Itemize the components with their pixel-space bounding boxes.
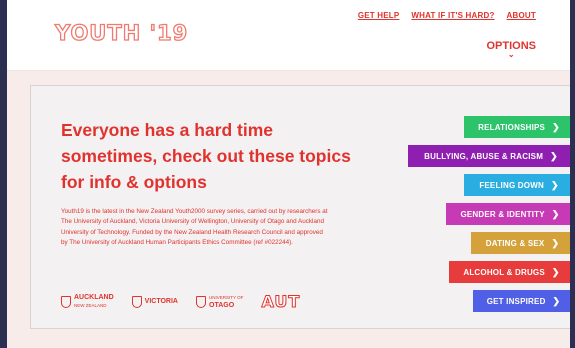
topic-dating-sex-button[interactable]: DATING & SEX ❯ (471, 232, 570, 254)
victoria-logo: VICTORIA (131, 296, 178, 308)
auckland-crest-icon (61, 296, 71, 308)
chevron-right-icon: ❯ (552, 295, 561, 306)
page-frame: YOUTH '19 GET HELP WHAT IF IT'S HARD? AB… (7, 0, 570, 348)
chevron-right-icon: ❯ (552, 121, 560, 132)
otago-logo: UNIVERSITY OF OTAGO (196, 294, 243, 310)
chevron-right-icon: ❯ (550, 150, 558, 161)
what-if-its-hard-link[interactable]: WHAT IF IT'S HARD? (411, 11, 494, 20)
about-link[interactable]: ABOUT (507, 11, 536, 20)
intro-card: Everyone has a hard time sometimes, chec… (30, 85, 570, 329)
get-help-link[interactable]: GET HELP (358, 11, 400, 20)
top-nav: GET HELP WHAT IF IT'S HARD? ABOUT (358, 11, 536, 20)
aut-logo: AUT (261, 292, 301, 311)
topic-feeling-down-button[interactable]: FEELING DOWN ❯ (464, 174, 570, 196)
chevron-right-icon: ❯ (551, 237, 560, 248)
topic-get-inspired-button[interactable]: GET INSPIRED ❯ (473, 290, 570, 312)
chevron-right-icon: ❯ (550, 179, 559, 190)
topic-relationships-button[interactable]: RELATIONSHIPS ❯ (464, 116, 570, 138)
main-content: Everyone has a hard time sometimes, chec… (7, 71, 570, 348)
options-menu-button[interactable]: OPTIONS ⌄ (486, 40, 536, 59)
victoria-crest-icon (131, 296, 142, 308)
site-header: YOUTH '19 GET HELP WHAT IF IT'S HARD? AB… (7, 0, 570, 71)
chevron-right-icon: ❯ (551, 208, 560, 219)
otago-crest-icon (196, 296, 206, 308)
youth19-logo[interactable]: YOUTH '19 (54, 20, 188, 45)
survey-description: Youth19 is the latest in the New Zealand… (61, 208, 328, 246)
topic-gender-identity-button[interactable]: GENDER & IDENTITY ❯ (446, 203, 570, 225)
chevron-right-icon: ❯ (551, 266, 560, 277)
topic-alcohol-drugs-button[interactable]: ALCOHOL & DRUGS ❯ (449, 261, 570, 283)
chevron-down-icon: ⌄ (507, 50, 515, 59)
page-headline: Everyone has a hard time sometimes, chec… (61, 120, 351, 192)
auckland-logo: AUCKLAND NEW ZEALAND (61, 294, 114, 310)
partner-logos: AUCKLAND NEW ZEALAND VICTORIA UNIVERSITY … (61, 292, 301, 311)
topic-bullying-button[interactable]: BULLYING, ABUSE & RACISM ❯ (408, 145, 570, 167)
